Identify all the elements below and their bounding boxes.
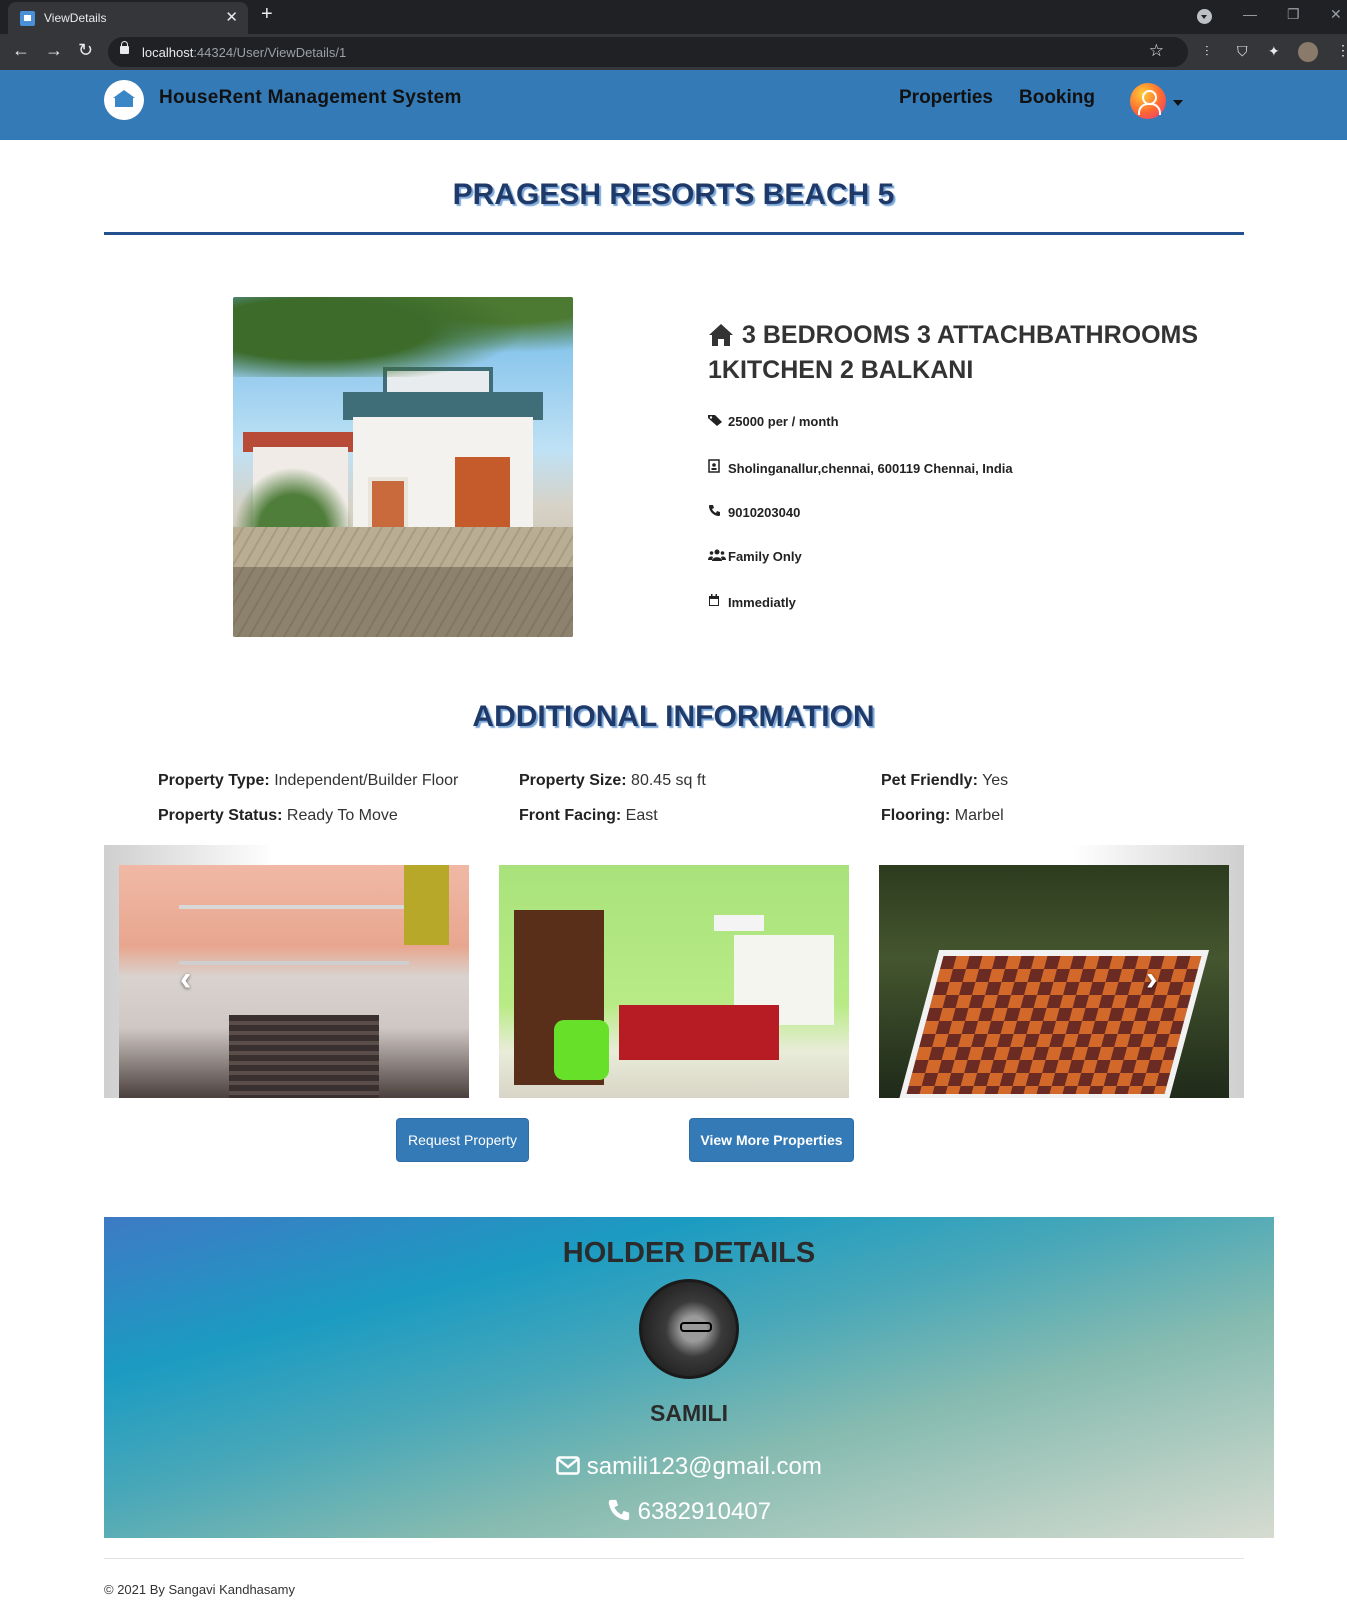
tenant-detail: Family Only bbox=[708, 549, 802, 564]
holder-phone[interactable]: 6382910407 bbox=[104, 1498, 1274, 1526]
site-navbar: HouseRent Management System Properties B… bbox=[0, 70, 1347, 140]
info-property-type: Property Type: Independent/Builder Floor bbox=[158, 772, 459, 789]
tab-search-icon[interactable] bbox=[1197, 9, 1212, 24]
info-flooring: Flooring: Marbel bbox=[881, 807, 1004, 824]
brand-logo-icon[interactable] bbox=[104, 80, 144, 120]
holder-details-panel: HOLDER DETAILS SAMILI samili123@gmail.co… bbox=[104, 1217, 1274, 1538]
browser-menu-icon[interactable]: ⋮ bbox=[1336, 42, 1347, 59]
info-pet-friendly: Pet Friendly: Yes bbox=[881, 772, 1009, 789]
phone-text: 9010203040 bbox=[728, 505, 801, 520]
users-icon bbox=[708, 549, 726, 564]
carousel-next-icon[interactable]: › bbox=[1146, 960, 1157, 999]
carousel-photo-staircase bbox=[119, 865, 469, 1098]
nav-booking-link[interactable]: Booking bbox=[1019, 87, 1095, 109]
back-icon[interactable]: ← bbox=[12, 40, 30, 61]
holder-avatar bbox=[639, 1279, 739, 1379]
calendar-icon bbox=[708, 594, 724, 610]
footer-copyright: © 2021 By Sangavi Kandhasamy bbox=[104, 1582, 295, 1597]
address-card-icon bbox=[708, 459, 724, 476]
rent-detail: 25000 per / month bbox=[708, 414, 839, 429]
info-front-facing: Front Facing: East bbox=[519, 807, 658, 824]
browser-tab-bar: ViewDetails ✕ + — ❐ ✕ bbox=[0, 0, 1347, 34]
phone-icon bbox=[608, 1499, 630, 1521]
extension-icon[interactable]: ⫶ bbox=[1205, 43, 1223, 61]
shield-extension-icon[interactable]: ⛉ bbox=[1237, 43, 1255, 61]
user-menu-caret-icon[interactable] bbox=[1173, 100, 1183, 106]
tab-title: ViewDetails bbox=[44, 11, 107, 25]
photo-carousel bbox=[104, 845, 1244, 1098]
nav-properties-link[interactable]: Properties bbox=[899, 87, 993, 109]
puzzle-extensions-icon[interactable]: ✦ bbox=[1268, 43, 1286, 61]
address-bar[interactable]: localhost:44324/User/ViewDetails/1 ☆ bbox=[108, 37, 1188, 67]
user-menu-avatar-icon[interactable] bbox=[1130, 83, 1166, 119]
info-property-status: Property Status: Ready To Move bbox=[158, 807, 398, 824]
tags-icon bbox=[708, 414, 724, 429]
holder-name: SAMILI bbox=[650, 1400, 728, 1426]
request-property-button[interactable]: Request Property bbox=[396, 1118, 529, 1162]
property-main-photo bbox=[233, 297, 573, 637]
window-close-icon[interactable]: ✕ bbox=[1330, 6, 1342, 23]
url-text: localhost:44324/User/ViewDetails/1 bbox=[142, 45, 347, 60]
new-tab-button[interactable]: + bbox=[261, 3, 273, 26]
browser-profile-avatar[interactable] bbox=[1298, 42, 1318, 62]
address-text: Sholinganallur,chennai, 600119 Chennai, … bbox=[728, 461, 1013, 476]
additional-info-title: ADDITIONAL INFORMATION bbox=[472, 700, 875, 733]
holder-details-title: HOLDER DETAILS bbox=[562, 1237, 816, 1269]
lock-icon bbox=[120, 41, 129, 54]
bookmark-star-icon[interactable]: ☆ bbox=[1149, 41, 1164, 61]
phone-detail: 9010203040 bbox=[708, 504, 800, 520]
carousel-photo-bedroom bbox=[499, 865, 849, 1098]
site-favicon-icon bbox=[20, 11, 35, 26]
carousel-photo-rooftop bbox=[879, 865, 1229, 1098]
tab-close-icon[interactable]: ✕ bbox=[225, 8, 238, 26]
info-property-size: Property Size: 80.45 sq ft bbox=[519, 772, 706, 789]
envelope-icon bbox=[556, 1456, 580, 1475]
minimize-icon[interactable]: — bbox=[1243, 6, 1257, 22]
brand-name[interactable]: HouseRent Management System bbox=[159, 87, 462, 109]
browser-tab[interactable]: ViewDetails ✕ bbox=[8, 2, 248, 34]
view-more-properties-button[interactable]: View More Properties bbox=[689, 1118, 854, 1162]
carousel-prev-icon[interactable]: ‹ bbox=[180, 960, 191, 999]
restore-icon[interactable]: ❐ bbox=[1287, 6, 1300, 23]
property-heading: 3 BEDROOMS 3 ATTACHBATHROOMS 1KITCHEN 2 … bbox=[708, 321, 1199, 384]
title-divider bbox=[104, 232, 1244, 235]
reload-icon[interactable]: ↻ bbox=[78, 40, 93, 61]
phone-icon bbox=[708, 504, 724, 520]
holder-email[interactable]: samili123@gmail.com bbox=[104, 1453, 1274, 1481]
footer-divider bbox=[104, 1558, 1244, 1559]
availability-detail: Immediatly bbox=[708, 594, 796, 610]
availability-text: Immediatly bbox=[728, 595, 796, 610]
rent-text: 25000 per / month bbox=[728, 414, 839, 429]
address-detail: Sholinganallur,chennai, 600119 Chennai, … bbox=[708, 459, 1013, 476]
forward-icon[interactable]: → bbox=[45, 40, 63, 61]
tenant-text: Family Only bbox=[728, 549, 802, 564]
browser-toolbar: ← → ↻ localhost:44324/User/ViewDetails/1… bbox=[0, 34, 1347, 70]
property-title: PRAGESH RESORTS BEACH 5 bbox=[452, 178, 895, 211]
